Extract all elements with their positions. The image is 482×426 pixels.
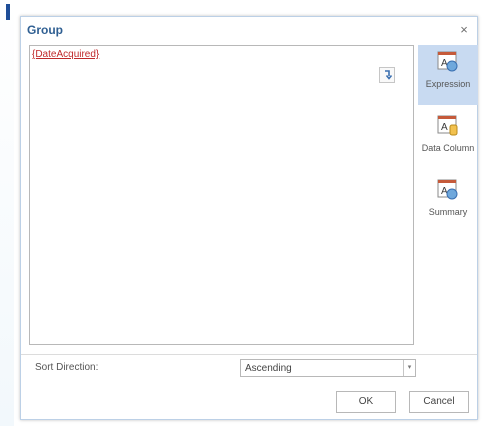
- close-icon[interactable]: ×: [457, 23, 471, 37]
- side-item-expression[interactable]: A Expression: [418, 45, 478, 105]
- dialog-title-bar: Group ×: [21, 17, 477, 45]
- expression-editor[interactable]: {DateAcquired}: [29, 45, 414, 345]
- sort-direction-value: Ascending: [245, 363, 292, 374]
- side-item-summary-label: Summary: [428, 207, 468, 217]
- expression-text: {DateAcquired}: [32, 49, 100, 60]
- ok-button[interactable]: OK: [336, 391, 396, 413]
- side-item-summary[interactable]: A Summary: [418, 173, 478, 233]
- sort-direction-label: Sort Direction:: [35, 362, 99, 373]
- background-stripe: [0, 0, 14, 426]
- cancel-button[interactable]: Cancel: [409, 391, 469, 413]
- side-item-expression-label: Expression: [425, 79, 471, 89]
- sort-direction-select[interactable]: Ascending ▾: [240, 359, 416, 377]
- group-dialog: Group × {DateAcquired} A Expression A Da…: [20, 16, 478, 420]
- side-item-data-column[interactable]: A Data Column: [418, 109, 478, 169]
- summary-icon: A: [437, 179, 459, 201]
- expression-icon: A: [437, 51, 459, 73]
- side-item-data-column-label: Data Column: [421, 143, 475, 153]
- data-column-icon: A: [437, 115, 459, 137]
- svg-text:A: A: [441, 122, 448, 133]
- divider: [21, 354, 477, 355]
- dialog-title: Group: [27, 23, 63, 37]
- app-window-edge: [6, 4, 10, 20]
- chevron-down-icon[interactable]: ▾: [403, 360, 415, 376]
- insert-arrow-icon[interactable]: [379, 67, 395, 83]
- side-panel: A Expression A Data Column A Summary: [418, 45, 478, 345]
